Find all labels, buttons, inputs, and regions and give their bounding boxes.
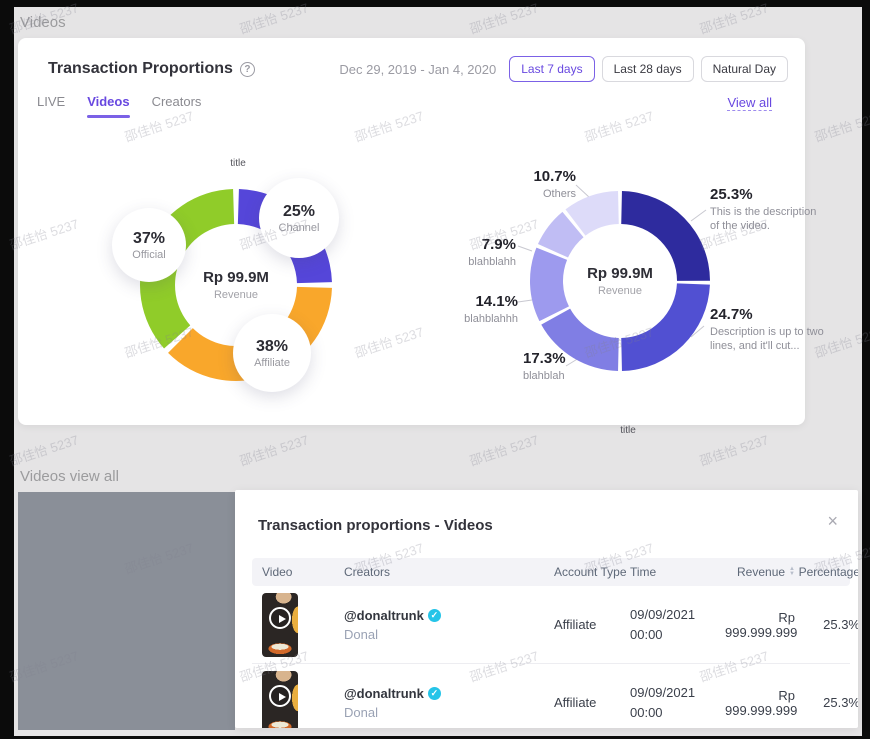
card-header: Transaction Proportions ? [48, 60, 255, 78]
segment-badge-affiliate[interactable]: 38% Affiliate [233, 314, 311, 392]
view-all-link[interactable]: View all [727, 95, 772, 111]
segment-label-description-1: 25.3% This is the description of the vid… [710, 186, 824, 234]
date-range-controls: Dec 29, 2019 - Jan 4, 2020 Last 7 days L… [339, 56, 788, 82]
screen: Videos Transaction Proportions ? Dec 29,… [0, 0, 870, 739]
video-preview-placeholder [18, 492, 235, 730]
date-range-text: Dec 29, 2019 - Jan 4, 2020 [339, 62, 496, 77]
donut-center-label: Rp 99.9M Revenue [203, 269, 269, 301]
verified-icon: ✓ [428, 609, 441, 622]
tab-creators[interactable]: Creators [152, 94, 202, 118]
col-account-type: Account Type [554, 565, 630, 579]
creator-cell[interactable]: @donaltrunk✓ Donal [344, 608, 554, 642]
leader-line [576, 185, 590, 198]
table-header: Video Creators Account Type Time Revenue… [252, 558, 850, 586]
video-thumbnail[interactable] [262, 671, 298, 729]
revenue-cell: Rp 999.999.999 [725, 610, 795, 640]
donut-chart-right: Rp 99.9M Revenue 10.7% Others 7.9% blahb… [448, 158, 808, 438]
time-cell: 09/09/2021 00:00 [630, 605, 725, 644]
segment-label-blahblahhh: 14.1% blahblahhh [448, 293, 518, 326]
col-creators: Creators [344, 565, 554, 579]
leader-line [691, 210, 706, 221]
col-revenue-sort[interactable]: Revenue ▲ ▼ [725, 565, 795, 579]
time-cell: 09/09/2021 00:00 [630, 683, 725, 722]
transactions-table: Video Creators Account Type Time Revenue… [252, 558, 850, 728]
donut-center-label: Rp 99.9M Revenue [587, 265, 653, 297]
table-row: @donaltrunk✓ Donal Affiliate 09/09/2021 … [252, 664, 850, 728]
card-title: Transaction Proportions [48, 60, 233, 78]
col-video: Video [262, 565, 344, 579]
range-button-natural-day[interactable]: Natural Day [701, 56, 788, 82]
revenue-cell: Rp 999.999.999 [725, 688, 795, 718]
col-percentage: Percentage [795, 565, 858, 579]
percentage-cell: 25.3% [795, 617, 858, 632]
transaction-proportions-card: Transaction Proportions ? Dec 29, 2019 -… [18, 38, 805, 425]
segment-label-blahblah: 17.3% blahblah [523, 350, 603, 383]
leader-line [518, 246, 532, 251]
creator-cell[interactable]: @donaltrunk✓ Donal [344, 686, 554, 720]
chart-title: title [448, 425, 808, 436]
play-icon [269, 685, 291, 707]
range-button-last-7-days[interactable]: Last 7 days [509, 56, 594, 82]
range-button-last-28-days[interactable]: Last 28 days [602, 56, 694, 82]
tab-live[interactable]: LIVE [37, 94, 65, 118]
col-time: Time [630, 565, 725, 579]
video-thumbnail[interactable] [262, 593, 298, 657]
play-icon [269, 607, 291, 629]
segment-badge-channel[interactable]: 25% Channel [259, 178, 339, 258]
help-icon[interactable]: ? [240, 62, 255, 77]
section-title: Videos [20, 14, 66, 31]
segment-label-blahblahh: 7.9% blahblahh [448, 236, 516, 269]
account-type-cell: Affiliate [554, 695, 630, 710]
modal-title: Transaction proportions - Videos [258, 517, 493, 534]
chart-tabs: LIVE Videos Creators [37, 94, 201, 118]
tab-videos[interactable]: Videos [87, 94, 129, 118]
table-row: @donaltrunk✓ Donal Affiliate 09/09/2021 … [252, 586, 850, 664]
account-type-cell: Affiliate [554, 617, 630, 632]
segment-label-description-2: 24.7% Description is up to two lines, an… [710, 306, 824, 354]
segment-badge-official[interactable]: 37% Official [112, 208, 186, 282]
close-icon[interactable]: × [827, 512, 838, 530]
percentage-cell: 25.3% [795, 695, 858, 710]
section2-title: Videos view all [20, 468, 119, 485]
leader-line [518, 300, 532, 302]
verified-icon: ✓ [428, 687, 441, 700]
donut-segment[interactable] [530, 248, 569, 322]
donut-chart-left: title Rp 99.9M Revenue 25% Channel 37% O… [78, 156, 398, 416]
segment-label-others: 10.7% Others [476, 168, 576, 201]
transaction-proportions-modal: Transaction proportions - Videos × Video… [235, 490, 858, 728]
